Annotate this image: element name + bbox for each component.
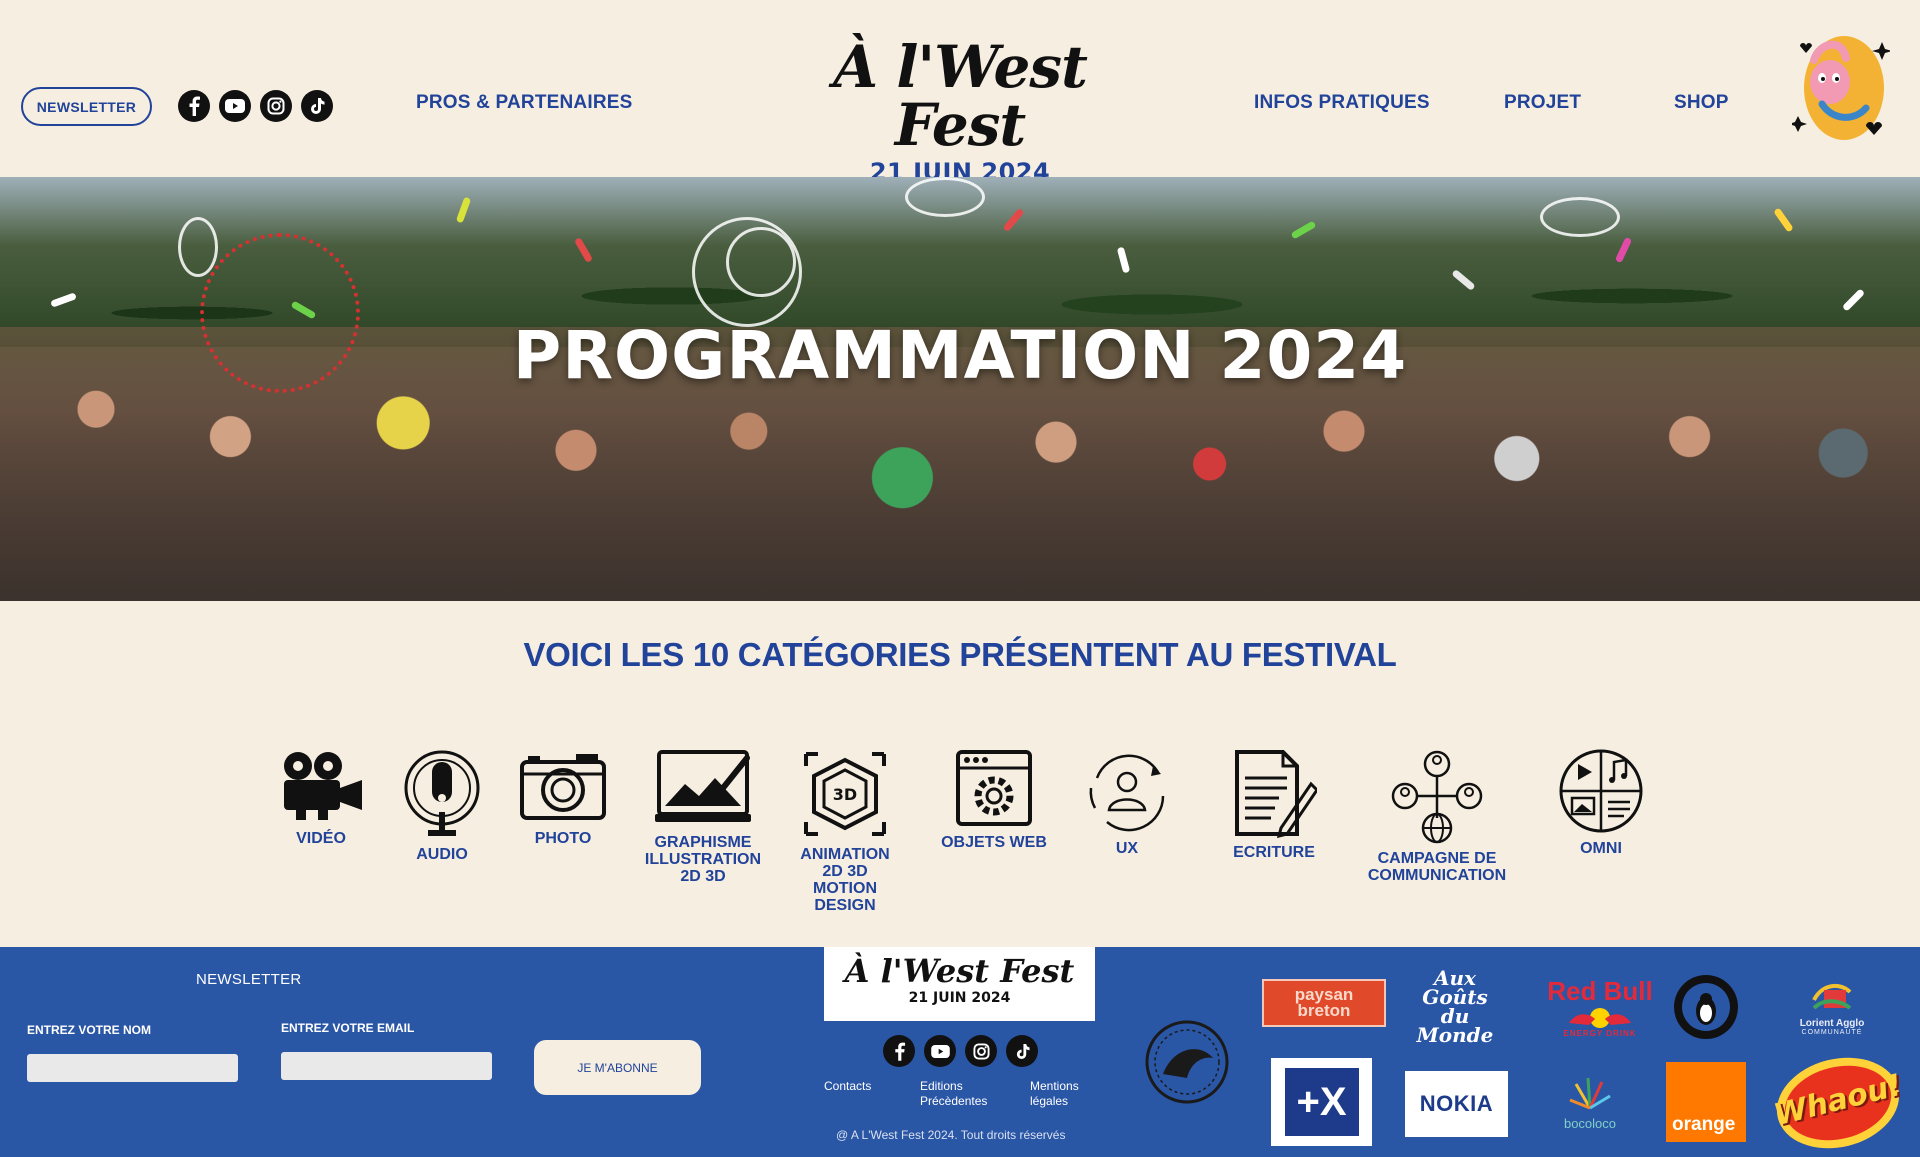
- footer-brand-date: 21 JUIN 2024: [908, 990, 1011, 1006]
- category-graphisme[interactable]: GRAPHISME ILLUSTRATION 2D 3D: [628, 748, 778, 885]
- partner-logo-orange[interactable]: orange: [1666, 1062, 1746, 1142]
- youtube-icon[interactable]: [924, 1035, 956, 1067]
- category-audio[interactable]: AUDIO: [392, 748, 492, 863]
- partner-logo-gouts-du-monde[interactable]: Aux Goûts du Monde: [1410, 967, 1500, 1047]
- category-label: CAMPAGNE DE COMMUNICATION: [1367, 850, 1507, 884]
- category-label: ANIMATION 2D 3D MOTION DESIGN: [800, 846, 890, 914]
- mascot-icon: [1792, 36, 1890, 140]
- category-label: OBJETS WEB: [941, 834, 1047, 851]
- juggling-hoop: [178, 217, 218, 277]
- user-cycle-icon: [1089, 754, 1165, 832]
- web-gear-icon: [956, 750, 1032, 826]
- facebook-icon[interactable]: [883, 1035, 915, 1067]
- tiktok-icon[interactable]: [1006, 1035, 1038, 1067]
- juggling-hoop: [905, 177, 985, 217]
- category-label: GRAPHISME ILLUSTRATION 2D 3D: [644, 834, 762, 885]
- category-label: ECRITURE: [1233, 844, 1315, 861]
- nav-pros-partenaires[interactable]: PROS & PARTENAIRES: [416, 92, 633, 114]
- microphone-icon: [404, 750, 480, 836]
- category-ux[interactable]: UX: [1077, 748, 1177, 857]
- name-label: ENTREZ VOTRE NOM: [27, 1023, 152, 1037]
- category-photo[interactable]: PHOTO: [513, 748, 613, 847]
- footer-brand-title: À l'West Fest: [844, 952, 1075, 990]
- category-objets-web[interactable]: OBJETS WEB: [935, 748, 1053, 851]
- gouts-du-monde-text: Aux Goûts du Monde: [1416, 966, 1494, 1047]
- bocoloco-text: bocoloco: [1563, 1115, 1617, 1131]
- footer-newsletter-title: NEWSLETTER: [196, 971, 302, 988]
- redbull-subtext: ENERGY DRINK: [1563, 1029, 1637, 1038]
- category-animation[interactable]: 3D ANIMATION 2D 3D MOTION DESIGN: [783, 748, 907, 914]
- instagram-icon[interactable]: [965, 1035, 997, 1067]
- brand-title: À l'West Fest: [833, 33, 1088, 159]
- hero-banner: PROGRAMMATION 2024: [0, 177, 1920, 601]
- redbull-bulls-icon: [1569, 1008, 1631, 1028]
- plus-x-text: +X: [1296, 1079, 1347, 1124]
- brand-logo[interactable]: À l'West Fest 21 JUIN 2024: [760, 38, 1160, 186]
- partner-logo-redbull[interactable]: Red Bull ENERGY DRINK: [1540, 969, 1660, 1045]
- orange-text: orange: [1672, 1114, 1736, 1135]
- partner-emblem-icon: [1145, 1020, 1229, 1104]
- document-pen-icon: [1235, 750, 1317, 838]
- tiktok-icon[interactable]: [301, 90, 333, 122]
- partner-logo-circle[interactable]: [1142, 1017, 1232, 1107]
- hero-title: PROGRAMMATION 2024: [512, 317, 1408, 394]
- nav-shop[interactable]: SHOP: [1674, 92, 1729, 114]
- video-camera-icon: [284, 752, 362, 820]
- category-label: UX: [1115, 840, 1139, 857]
- graphic-tablet-icon: [655, 750, 751, 822]
- bocoloco-burst-icon: [1569, 1077, 1611, 1109]
- youtube-icon[interactable]: [219, 90, 251, 122]
- partner-logo-lorient-agglo[interactable]: Lorient Agglo COMMUNAUTÉ: [1782, 965, 1882, 1049]
- partner-logo-plus-x[interactable]: +X: [1271, 1058, 1372, 1146]
- header-social-links: [178, 90, 333, 122]
- nokia-text: NOKIA: [1419, 1091, 1494, 1116]
- juggling-hoop: [1540, 197, 1620, 237]
- partner-logo-bocoloco[interactable]: bocoloco: [1540, 1059, 1640, 1143]
- email-input[interactable]: [281, 1052, 492, 1080]
- category-video[interactable]: VIDÉO: [271, 748, 371, 847]
- lorient-subtext: COMMUNAUTÉ: [1801, 1029, 1863, 1036]
- copyright-text: @ A L'West Fest 2024. Tout droits réserv…: [836, 1128, 1066, 1142]
- paysan-breton-text: paysan breton: [1294, 985, 1354, 1020]
- partner-logo-paysan-breton[interactable]: paysan breton: [1262, 979, 1386, 1027]
- category-label: OMNI: [1580, 840, 1622, 857]
- omni-media-icon: [1559, 749, 1643, 833]
- site-header: NEWSLETTER PROS & PARTENAIRES À l'West F…: [0, 0, 1920, 186]
- network-globe-icon: [1391, 750, 1483, 844]
- 3d-cube-icon: 3D: [804, 752, 886, 836]
- redbull-text: Red Bull: [1547, 976, 1653, 1006]
- lorient-agglo-icon: [1812, 983, 1852, 1010]
- partner-logo-round-badge[interactable]: [1672, 973, 1740, 1041]
- partner-logo-whaou[interactable]: Whaou!: [1771, 1055, 1905, 1151]
- categories-heading: VOICI LES 10 CATÉGORIES PRÉSENTENT AU FE…: [523, 636, 1397, 673]
- photo-camera-icon: [520, 754, 606, 820]
- subscribe-button[interactable]: JE M'ABONNE: [534, 1040, 701, 1095]
- svg-text:3D: 3D: [833, 785, 857, 804]
- instagram-icon[interactable]: [260, 90, 292, 122]
- category-campagne[interactable]: CAMPAGNE DE COMMUNICATION: [1352, 748, 1522, 884]
- footer-link-mentions[interactable]: Mentions légales: [1030, 1079, 1079, 1109]
- footer-social-links: [883, 1035, 1038, 1067]
- category-label: PHOTO: [534, 830, 592, 847]
- penguin-badge-icon: [1674, 975, 1738, 1039]
- email-label: ENTREZ VOTRE EMAIL: [281, 1021, 415, 1035]
- footer-link-contacts[interactable]: Contacts: [824, 1079, 871, 1094]
- newsletter-button[interactable]: NEWSLETTER: [21, 87, 152, 126]
- footer-link-editions[interactable]: Editions Précèdentes: [920, 1079, 987, 1109]
- category-omni[interactable]: OMNI: [1551, 748, 1651, 857]
- lorient-text: Lorient Agglo: [1799, 1018, 1865, 1029]
- name-input[interactable]: [27, 1054, 238, 1082]
- category-label: AUDIO: [416, 846, 468, 863]
- site-footer: NEWSLETTER ENTREZ VOTRE NOM ENTREZ VOTRE…: [0, 947, 1920, 1157]
- category-ecriture[interactable]: ECRITURE: [1224, 748, 1324, 861]
- category-label: VIDÉO: [296, 830, 346, 847]
- facebook-icon[interactable]: [178, 90, 210, 122]
- partner-logo-nokia[interactable]: NOKIA: [1405, 1071, 1508, 1137]
- nav-projet[interactable]: PROJET: [1504, 92, 1581, 114]
- footer-brand-logo[interactable]: À l'West Fest 21 JUIN 2024: [824, 947, 1095, 1021]
- juggling-hoop: [726, 227, 796, 297]
- nav-infos-pratiques[interactable]: INFOS PRATIQUES: [1254, 92, 1430, 114]
- plus-x-badge: +X: [1284, 1068, 1359, 1136]
